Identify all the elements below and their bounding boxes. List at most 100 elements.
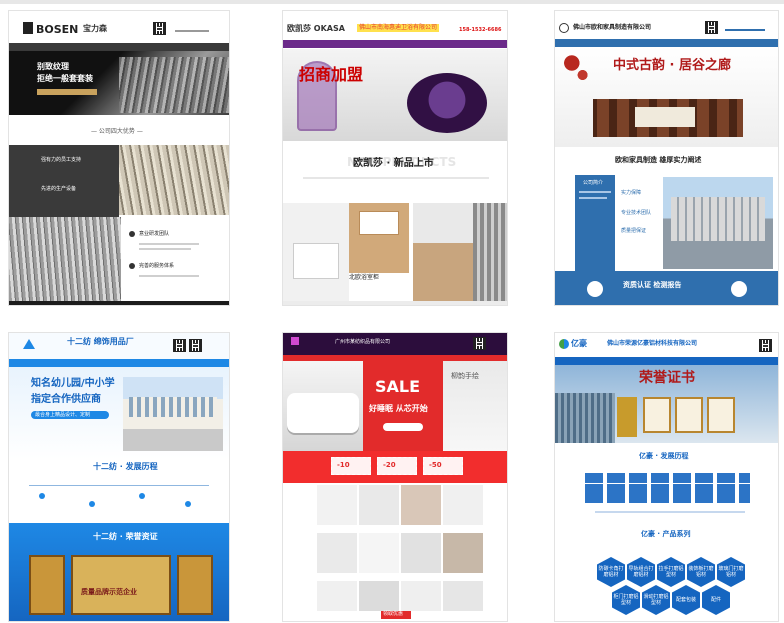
gear-icon: [129, 231, 135, 237]
intro-line-2: [579, 197, 607, 199]
company-name: 广州市某纺织品有限公司: [335, 339, 391, 345]
history-title: 十二纺 · 发展历程: [93, 462, 158, 471]
product-hex[interactable]: 拉手打磨铝型材: [657, 557, 685, 587]
product-hex[interactable]: 柜门打磨铝型材: [612, 585, 640, 615]
coupon-value: -20: [383, 461, 396, 469]
slogan-text: 好睡眠 从芯开始: [369, 404, 428, 413]
product-thumb[interactable]: [443, 533, 483, 573]
company-name: 佛山市欧和家具制造有限公司: [573, 24, 652, 31]
product-thumb[interactable]: [443, 581, 483, 611]
website-thumbnail-yihao-aluminum[interactable]: 亿豪 佛山市荣源亿豪铝材科技有限公司 荣誉证书 亿豪 · 发展历程 亿豪 · 产…: [554, 332, 779, 622]
certificate-text: 质量品牌示范企业: [81, 588, 137, 596]
product-thumb[interactable]: [317, 533, 357, 573]
section-headline: 欧和家具制造 雄厚实力阐述: [615, 156, 702, 164]
logo-text: BOSEN: [36, 23, 79, 36]
certificate-image: [707, 397, 735, 433]
qr-code-icon: [153, 22, 166, 35]
product-hex[interactable]: 配套包装: [672, 585, 700, 615]
footer-bar: [9, 301, 229, 305]
hero-button[interactable]: [37, 89, 97, 95]
logo-text: 欧凯莎 OKASA: [287, 24, 345, 33]
hero-line-1: 知名幼儿园/中小学: [31, 378, 115, 389]
website-thumbnail-okasa[interactable]: 欧凯莎 OKASA 佛山市南海惠迪卫浴有限公司 158-1532-6686 招商…: [282, 10, 508, 306]
product-thumb[interactable]: [443, 485, 483, 525]
school-windows: [129, 397, 217, 417]
certification-title: 资质认证 检测报告: [623, 281, 682, 289]
strength-bullet-1: 实力保障: [621, 190, 642, 196]
website-thumbnail-ouhe-furniture[interactable]: 佛山市欧和家具制造有限公司 中式古韵 · 居谷之廊 欧和家具制造 雄厚实力阐述 …: [554, 10, 779, 306]
cert-badge-icon: [731, 281, 747, 297]
divider: [303, 177, 489, 179]
nav-bar: [283, 40, 507, 55]
timeline-caption: [595, 511, 745, 513]
product-hex[interactable]: 配件: [702, 585, 730, 615]
sink-photo: [293, 243, 339, 279]
screenshot-gallery: BOSEN 宝力森 别致纹理 拒绝一般套套装 — 公司四大优势 — 强有力的员工…: [0, 0, 784, 623]
sofa-cushion: [635, 107, 695, 127]
cabinet-side-photo: [473, 203, 507, 303]
company-name: 佛山市南海惠迪卫浴有限公司: [357, 24, 440, 32]
product-hex[interactable]: 装饰板打磨铝材: [687, 557, 715, 587]
product-hex[interactable]: 玻璃门打磨铝材: [717, 557, 745, 587]
coupon-value: -10: [337, 461, 350, 469]
nav-bar: [9, 43, 229, 58]
phone-number: 158-1532-6686: [459, 27, 502, 33]
timeline-dot: [39, 493, 45, 499]
website-thumbnail-twelve-textile[interactable]: 十二纺 绵饰用品厂 知名幼儿园/中小学 指定合作供应商 最合身上精品设计、定制 …: [8, 332, 230, 622]
website-thumbnail-bedding[interactable]: 广州市某纺织品有限公司 SALE 好睡眠 从芯开始 柳韵手绘 -10 -20 -…: [282, 332, 508, 622]
hero-text: 招商加盟: [299, 65, 364, 84]
certificate-image: [675, 397, 703, 433]
product-hex[interactable]: 滑动打磨铝型材: [642, 585, 670, 615]
intro-line-1: [579, 191, 611, 193]
product-model-label: 北欧浴室柜: [349, 274, 380, 281]
website-thumbnail-bosen[interactable]: BOSEN 宝力森 别致纹理 拒绝一般套套装 — 公司四大优势 — 强有力的员工…: [8, 10, 230, 306]
company-name: 十二纺 绵饰用品厂: [67, 337, 134, 346]
certificate-plaque: [177, 555, 213, 615]
timeline: [29, 485, 209, 509]
advantage-4-desc: [139, 275, 199, 277]
hero-line-2: 指定合作供应商: [31, 394, 101, 405]
qr-code-icon: [473, 337, 486, 350]
strength-bullet-3: 质量把保证: [621, 228, 647, 234]
qr-code-icon: [189, 339, 202, 352]
product-hex[interactable]: 防碳卡角打磨铝材: [597, 557, 625, 587]
product-thumb[interactable]: [359, 485, 399, 525]
qr-code-icon: [173, 339, 186, 352]
timeline-dot: [139, 493, 145, 499]
logo-cn-text: 宝力森: [83, 24, 107, 33]
plum-blossom-decor: [561, 51, 597, 91]
hero-line-2: 拒绝一般套套装: [37, 74, 93, 83]
sale-text: SALE: [375, 377, 421, 396]
cert-badge-icon: [587, 281, 603, 297]
advantage-3-desc: [139, 243, 199, 245]
advantage-4: 完善的服务体系: [139, 263, 175, 269]
top-divider: [0, 0, 784, 4]
logo-icon: [291, 337, 299, 345]
advantage-2: 先进的生产设备: [41, 186, 77, 192]
phone-text: [725, 29, 765, 31]
more-button-label: 领取优惠: [383, 611, 404, 617]
footer-bar: [283, 301, 507, 305]
product-thumb[interactable]: [359, 581, 399, 611]
logo-text: 亿豪: [571, 339, 587, 348]
product-thumb[interactable]: [317, 581, 357, 611]
coupon-value: -50: [429, 461, 442, 469]
product-hex[interactable]: 导轨组合打磨铝材: [627, 557, 655, 587]
shop-now-button[interactable]: [383, 423, 423, 431]
hero-people-photo: [407, 73, 487, 133]
certificate-plaque-main: [71, 555, 171, 615]
history-timeline: [585, 473, 750, 503]
logo-icon: [559, 23, 569, 33]
hero-products-image: [119, 57, 229, 113]
product-thumb[interactable]: [401, 581, 441, 611]
product-thumb[interactable]: [317, 485, 357, 525]
company-name: 佛山市荣源亿豪铝材科技有限公司: [607, 340, 698, 347]
hero-note: 最合身上精品设计、定制: [35, 412, 91, 418]
hero-line-1: 别致纹理: [37, 62, 69, 71]
nav-bar: [9, 359, 229, 374]
product-thumb[interactable]: [401, 485, 441, 525]
pillow-photo: [287, 393, 359, 433]
brand-text-right: 柳韵手绘: [451, 372, 479, 380]
product-thumb[interactable]: [359, 533, 399, 573]
product-thumb[interactable]: [401, 533, 441, 573]
